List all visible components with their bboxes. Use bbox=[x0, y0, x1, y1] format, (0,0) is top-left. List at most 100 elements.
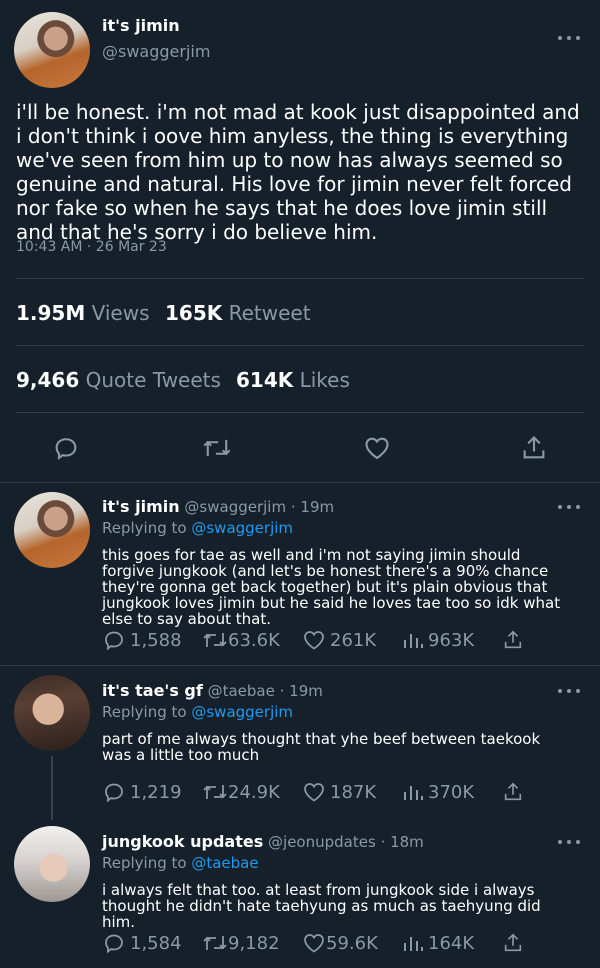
reply-count: 1,584 bbox=[130, 932, 182, 954]
main-avatar[interactable] bbox=[14, 12, 90, 88]
like-icon bbox=[304, 783, 324, 802]
reply-header: it's tae's gf @taebae · 19m bbox=[102, 681, 323, 700]
main-display-name[interactable]: it's jimin bbox=[102, 16, 180, 35]
retweet-count: 9,182 bbox=[228, 932, 280, 954]
quotes-stat[interactable]: 9,466 Quote Tweets bbox=[16, 368, 221, 392]
share-icon bbox=[504, 630, 522, 649]
reply-header: jungkook updates @jeonupdates · 18m bbox=[102, 832, 424, 851]
more-icon[interactable] bbox=[558, 34, 580, 42]
retweet-icon bbox=[203, 439, 231, 457]
reply-handle[interactable]: @swaggerjim bbox=[184, 498, 286, 516]
like-button[interactable] bbox=[362, 434, 392, 466]
views-icon bbox=[404, 634, 423, 648]
views-count: 370K bbox=[428, 781, 475, 803]
thread-line bbox=[51, 756, 53, 820]
like-icon bbox=[365, 437, 389, 460]
retweet-icon bbox=[203, 785, 227, 799]
like-count: 59.6K bbox=[326, 932, 378, 954]
reply-display-name[interactable]: it's jimin bbox=[102, 497, 180, 516]
views-button[interactable]: 370K bbox=[402, 780, 474, 804]
replying-to-handle[interactable]: @swaggerjim bbox=[191, 703, 293, 721]
main-handle[interactable]: @swaggerjim bbox=[102, 42, 210, 61]
retweets-label: Retweet bbox=[228, 301, 311, 325]
retweet-button[interactable] bbox=[202, 434, 232, 466]
reply-icon bbox=[105, 783, 123, 803]
share-button[interactable] bbox=[502, 931, 524, 959]
replying-to-prefix: Replying to bbox=[102, 519, 187, 537]
reply-avatar[interactable] bbox=[14, 675, 90, 751]
divider bbox=[16, 345, 584, 346]
reply-avatar[interactable] bbox=[14, 826, 90, 902]
retweet-button[interactable]: 24.9K bbox=[202, 780, 280, 804]
reply-icon bbox=[55, 438, 77, 461]
retweet-button[interactable]: 63.6K bbox=[202, 628, 280, 652]
retweet-icon bbox=[203, 936, 227, 950]
views-label: Views bbox=[91, 301, 150, 325]
views-button[interactable]: 963K bbox=[402, 628, 474, 652]
reply-header: it's jimin @swaggerjim · 19m bbox=[102, 497, 334, 516]
views-count: 164K bbox=[428, 932, 475, 954]
replying-to: Replying to @taebae bbox=[102, 854, 259, 872]
replying-to-prefix: Replying to bbox=[102, 854, 187, 872]
reply-text: part of me always thought that yhe beef … bbox=[102, 730, 541, 764]
reply-button[interactable] bbox=[52, 434, 80, 466]
reply-button[interactable]: 1,219 bbox=[102, 780, 182, 804]
likes-count: 614K bbox=[236, 368, 294, 392]
share-button[interactable] bbox=[502, 780, 524, 808]
like-icon bbox=[304, 631, 324, 650]
divider bbox=[0, 665, 600, 666]
share-button[interactable] bbox=[520, 434, 548, 466]
more-icon[interactable] bbox=[558, 687, 580, 695]
views-count: 963K bbox=[428, 629, 475, 651]
reply-button[interactable]: 1,584 bbox=[102, 931, 182, 955]
reply-button[interactable]: 1,588 bbox=[102, 628, 182, 652]
like-button[interactable]: 187K bbox=[302, 780, 376, 804]
likes-label: Likes bbox=[299, 368, 350, 392]
reply-time: · 18m bbox=[380, 833, 424, 851]
reply-text: this goes for tae as well and i'm not sa… bbox=[102, 546, 561, 628]
retweets-stat[interactable]: 165K Retweet bbox=[165, 301, 311, 325]
likes-stat[interactable]: 614K Likes bbox=[236, 368, 350, 392]
like-button[interactable]: 59.6K bbox=[302, 931, 378, 955]
views-icon bbox=[404, 937, 423, 951]
reply-count: 1,588 bbox=[130, 629, 182, 651]
reply-display-name[interactable]: jungkook updates bbox=[102, 832, 263, 851]
reply-handle[interactable]: @taebae bbox=[208, 682, 275, 700]
quotes-label: Quote Tweets bbox=[85, 368, 221, 392]
divider bbox=[0, 482, 600, 483]
reply-avatar[interactable] bbox=[14, 492, 90, 568]
retweet-icon bbox=[203, 633, 227, 647]
share-button[interactable] bbox=[502, 628, 524, 656]
retweet-count: 63.6K bbox=[228, 629, 280, 651]
retweets-count: 165K bbox=[165, 301, 223, 325]
views-button[interactable]: 164K bbox=[402, 931, 474, 955]
reply-handle[interactable]: @jeonupdates bbox=[268, 833, 376, 851]
replying-to-prefix: Replying to bbox=[102, 703, 187, 721]
share-icon bbox=[504, 933, 522, 952]
reply-display-name[interactable]: it's tae's gf bbox=[102, 681, 203, 700]
reply-icon bbox=[105, 631, 123, 651]
replying-to-handle[interactable]: @taebae bbox=[191, 854, 258, 872]
retweet-button[interactable]: 9,182 bbox=[202, 931, 280, 955]
reply-icon bbox=[105, 934, 123, 954]
reply-time: · 19m bbox=[290, 498, 335, 516]
divider bbox=[16, 278, 584, 279]
like-button[interactable]: 261K bbox=[302, 628, 376, 652]
main-tweet-text: i'll be honest. i'm not mad at kook just… bbox=[16, 100, 580, 244]
views-stat[interactable]: 1.95M Views bbox=[16, 301, 150, 325]
main-timestamp[interactable]: 10:43 AM · 26 Mar 23 bbox=[16, 239, 167, 255]
like-count: 187K bbox=[330, 781, 377, 803]
divider bbox=[16, 412, 584, 413]
retweet-count: 24.9K bbox=[228, 781, 280, 803]
reply-time: · 19m bbox=[279, 682, 323, 700]
share-icon bbox=[504, 782, 522, 801]
views-count: 1.95M bbox=[16, 301, 86, 325]
quotes-count: 9,466 bbox=[16, 368, 80, 392]
more-icon[interactable] bbox=[558, 838, 580, 846]
more-icon[interactable] bbox=[558, 503, 580, 511]
like-icon bbox=[304, 934, 324, 953]
reply-text: i always felt that too. at least from ju… bbox=[102, 881, 541, 931]
replying-to: Replying to @swaggerjim bbox=[102, 703, 293, 721]
views-icon bbox=[404, 786, 423, 800]
replying-to-handle[interactable]: @swaggerjim bbox=[191, 519, 293, 537]
